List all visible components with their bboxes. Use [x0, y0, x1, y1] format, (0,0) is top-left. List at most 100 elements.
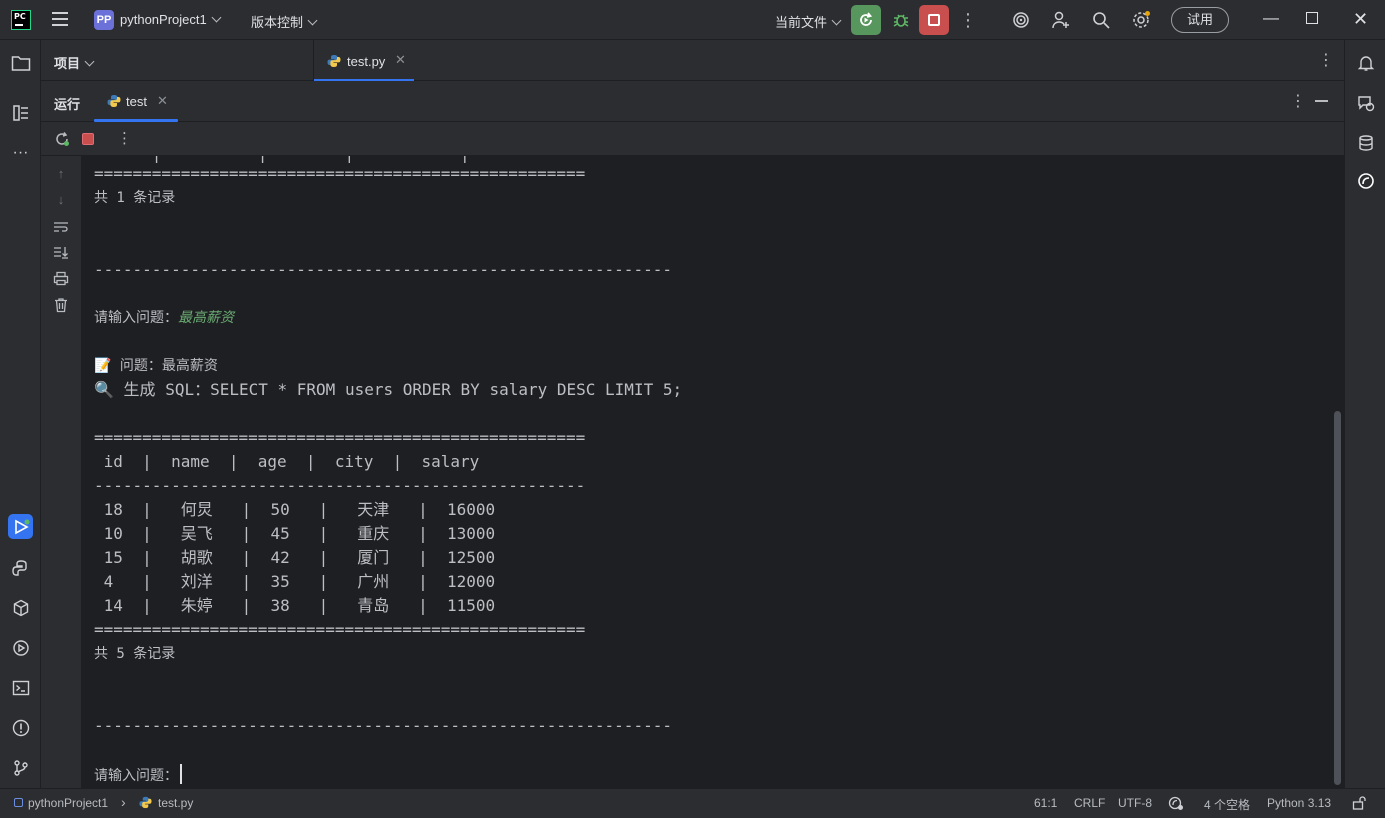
search-button[interactable] [1090, 9, 1112, 31]
input-prompt: 请输入问题： [94, 310, 178, 326]
scroll-up-button[interactable]: ↑ [53, 166, 69, 182]
chevron-down-icon [307, 15, 318, 26]
problems-tool-button[interactable] [8, 715, 33, 740]
table-row: 18 | 何炅 | 50 | 天津 | 16000 [94, 500, 496, 519]
project-view-selector[interactable]: 项目 [54, 53, 95, 72]
input-prompt: 请输入问题： [94, 768, 178, 784]
ai-assistant-button[interactable] [1010, 9, 1032, 31]
run-tool-button[interactable] [8, 514, 33, 539]
main-menu-icon[interactable] [52, 12, 68, 26]
more-tools-button[interactable]: ··· [8, 140, 33, 165]
rerun-icon [860, 12, 873, 26]
more-horizontal-icon: ··· [12, 143, 29, 161]
vcs-menu[interactable]: 版本控制 [251, 12, 318, 31]
text-caret [180, 764, 182, 784]
settings-button[interactable] [1130, 9, 1152, 31]
run-panel-options-button[interactable]: ⋮ [1290, 91, 1306, 111]
run-config-selector[interactable]: 当前文件 [775, 12, 842, 31]
database-tool-button[interactable] [1353, 130, 1378, 155]
close-window-button[interactable]: ✕ [1353, 9, 1368, 30]
rerun-button[interactable] [851, 5, 881, 35]
console-line: 🔍 生成 SQL：SELECT * FROM users ORDER BY sa… [94, 380, 683, 399]
unlock-icon[interactable] [1352, 795, 1366, 811]
console-input-line[interactable]: 请输入问题： [94, 764, 182, 786]
print-icon[interactable] [53, 271, 69, 286]
project-selector[interactable]: pythonProject1 [120, 12, 222, 27]
more-vertical-icon: ⋮ [1290, 93, 1306, 110]
terminal-icon [12, 680, 29, 695]
console-line: 共 1 条记录 [94, 190, 176, 206]
scroll-to-end-icon[interactable] [53, 245, 69, 259]
project-view-label: 项目 [54, 56, 81, 71]
python-packages-button[interactable] [8, 595, 33, 620]
run-tab-test[interactable]: test [126, 94, 147, 109]
inspection-icon[interactable] [1168, 795, 1184, 811]
stop-button[interactable] [919, 5, 949, 35]
search-icon [1093, 12, 1110, 29]
console-line: ----------------------------------------… [94, 716, 672, 735]
add-user-button[interactable] [1050, 9, 1072, 31]
structure-tool-button[interactable] [8, 100, 33, 125]
run-toolbar [41, 122, 1344, 156]
line-ending[interactable]: CRLF [1074, 796, 1105, 810]
add-user-icon [1052, 11, 1069, 29]
breadcrumb-project[interactable]: pythonProject1 [28, 796, 108, 810]
table-row: 15 | 胡歌 | 42 | 厦门 | 12500 [94, 548, 496, 567]
editor-tab-close-button[interactable]: ✕ [395, 52, 406, 68]
python-file-icon [327, 55, 341, 67]
bell-icon [1357, 55, 1374, 71]
terminal-tool-button[interactable] [8, 675, 33, 700]
hide-panel-button[interactable] [1315, 100, 1328, 102]
file-encoding[interactable]: UTF-8 [1118, 796, 1152, 810]
maximize-icon [1306, 12, 1318, 24]
project-tool-button[interactable] [8, 50, 33, 75]
more-actions-button[interactable]: ⋮ [957, 9, 979, 31]
copilot-button[interactable] [1353, 168, 1378, 193]
soft-wrap-icon[interactable] [53, 220, 69, 234]
console-scrollbar[interactable] [1334, 411, 1341, 785]
stop-run-button[interactable] [82, 133, 94, 145]
ai-chat-button[interactable] [1353, 90, 1378, 115]
minimize-window-button[interactable]: — [1263, 10, 1279, 28]
stop-icon [928, 14, 940, 26]
run-toolbar-more-button[interactable]: ⋮ [117, 129, 132, 147]
editor-tab-row [41, 40, 1344, 81]
breadcrumb-file[interactable]: test.py [158, 796, 193, 810]
more-vertical-icon: ⋮ [959, 10, 977, 30]
python-console-button[interactable] [8, 555, 33, 580]
caret-position[interactable]: 61:1 [1034, 796, 1057, 810]
packages-icon [13, 599, 28, 616]
problems-icon [12, 719, 29, 736]
more-vertical-icon: ⋮ [117, 130, 132, 147]
git-tool-button[interactable] [8, 755, 33, 780]
run-tab-close-button[interactable]: ✕ [157, 93, 168, 109]
trial-button[interactable]: 试用 [1171, 7, 1229, 33]
python-interpreter[interactable]: Python 3.13 [1267, 796, 1331, 810]
trash-icon[interactable] [53, 297, 69, 313]
close-icon: ✕ [1353, 9, 1369, 29]
ai-spiral-icon [1013, 12, 1029, 28]
console-line: ========================================… [94, 620, 586, 639]
structure-icon [12, 104, 28, 121]
scroll-down-button[interactable]: ↓ [53, 192, 69, 208]
chevron-down-icon [831, 15, 842, 26]
close-icon: ✕ [395, 52, 406, 67]
editor-tabs-menu-button[interactable]: ⋮ [1318, 50, 1334, 70]
database-icon [1358, 134, 1373, 151]
table-header-row: id | name | age | city | salary [94, 452, 480, 471]
maximize-window-button[interactable] [1306, 12, 1318, 24]
indent-setting[interactable]: 4 个空格 [1204, 796, 1250, 813]
console-line: ----------------------------------------… [94, 476, 586, 495]
console-line: 共 5 条记录 [94, 646, 176, 662]
services-tool-button[interactable] [8, 635, 33, 660]
debug-button[interactable] [886, 5, 916, 35]
title-bar: PC PP pythonProject1 版本控制 当前文件 ⋮ 试用 — ✕ [0, 0, 1385, 40]
notifications-button[interactable] [1353, 50, 1378, 75]
table-row: 14 | 朱婷 | 38 | 青岛 | 11500 [94, 596, 496, 615]
run-config-label: 当前文件 [775, 15, 828, 30]
rerun-icon[interactable] [54, 131, 70, 147]
console-output[interactable]: | | | | ================================… [81, 156, 1344, 788]
ai-chat-icon [1357, 95, 1374, 111]
copilot-icon [1357, 172, 1374, 189]
chevron-right-icon: › [121, 794, 126, 810]
